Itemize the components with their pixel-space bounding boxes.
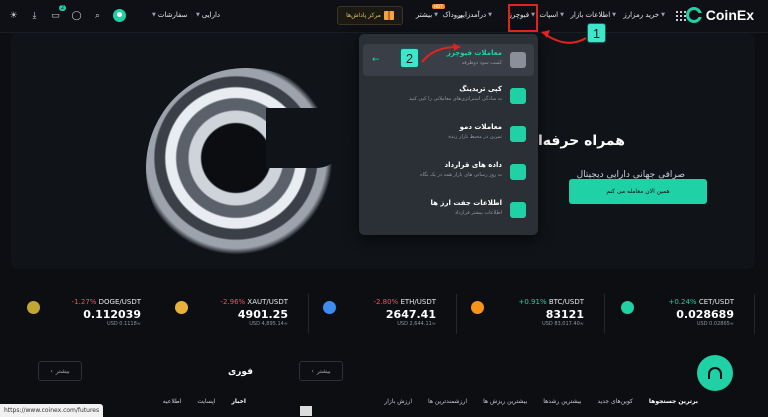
chevron-down-icon: ▼ [488, 12, 492, 18]
price-ticker: +0.24% CET/USDT 0.028689 USD 0.02865≈ +0… [11, 294, 755, 334]
coinex-3d-logo-art [146, 68, 346, 268]
btc-coin-icon [471, 301, 484, 314]
notification-badge: 2 [58, 5, 66, 11]
menu-market-info[interactable]: اطلاعات بازار ▼ [571, 11, 616, 19]
chevron-down-icon: ▼ [434, 12, 438, 18]
cet-coin-icon [621, 301, 634, 314]
avatar[interactable] [113, 9, 126, 22]
dropdown-item-pair-info[interactable]: اطلاعات جفت ارز ها اطلاعات بیشتر قرارداد [363, 194, 534, 226]
dropdown-item-copy-trading[interactable]: کپی تریدینگ به سادگی استراتژی‌های معاملا… [363, 80, 534, 112]
headset-icon [708, 367, 722, 379]
tab-news[interactable]: اخبار [231, 398, 246, 405]
menu-buy-crypto[interactable]: خرید رمزارز ▼ [623, 11, 665, 19]
search-icon[interactable]: ⌕ [92, 10, 103, 21]
tab-announcements[interactable]: اطلاعیه [163, 398, 182, 405]
doge-coin-icon [27, 301, 40, 314]
status-bar-url: https://www.coinex.com/futures [0, 404, 104, 417]
scroll-thumb[interactable] [300, 406, 312, 416]
menu-spot[interactable]: اسپات ▼ [539, 11, 564, 19]
header-tools: ☀ ⤓ ▭ 2 ◯ ⌕ [8, 5, 126, 22]
market-tabs: برترین جستجوها کوین‌های جدید بیشترین رشد… [384, 398, 698, 405]
layers-icon [510, 202, 526, 218]
tab-top-gainers[interactable]: بیشترین رشدها [543, 398, 581, 405]
demo-chart-icon [510, 126, 526, 142]
theme-toggle-icon[interactable]: ☀ [8, 10, 19, 21]
menu-more[interactable]: بیشتر ▼ [416, 11, 438, 19]
tab-top-losers[interactable]: بیشترین ریزش ها [483, 398, 527, 405]
annotation-step-2: 2 [400, 48, 419, 68]
menu-product[interactable]: پروداک [442, 11, 463, 19]
apps-grid-icon[interactable] [676, 11, 686, 21]
ticker-item-xaut[interactable]: -2.96% XAUT/USDT 4901.25 USD 4,895.14≈ [169, 294, 309, 334]
bar-chart-icon [510, 164, 526, 180]
news-section-title: فوری [228, 367, 253, 377]
hot-badge: HOT [432, 4, 445, 9]
menu-orders[interactable]: ▼ سفارشات [152, 11, 187, 19]
menu-assets[interactable]: ▼ دارایی [196, 11, 220, 19]
support-chat-button[interactable] [697, 355, 733, 391]
ticker-item-cet[interactable]: +0.24% CET/USDT 0.028689 USD 0.02865≈ [615, 294, 755, 334]
market-more-button[interactable]: ‹ بیشتر [299, 361, 343, 381]
notification-icon[interactable]: ▭ 2 [50, 5, 66, 21]
chevron-down-icon: ▼ [196, 12, 200, 18]
news-more-button[interactable]: ‹ بیشتر [38, 361, 82, 381]
ticker-item-eth[interactable]: -2.80% ETH/USDT 2647.41 USD 2,644.11≈ [317, 294, 457, 334]
tab-most-valuable[interactable]: ارزشمندترین ها [428, 398, 467, 405]
tab-top-searches[interactable]: برترین جستجوها [649, 398, 698, 405]
trade-now-button[interactable]: همین الان معامله می کنم [569, 179, 707, 204]
coinex-logo[interactable]: CoinEx [685, 7, 754, 23]
chevron-left-icon: ‹ [50, 367, 53, 375]
ticker-item-btc[interactable]: +0.91% BTC/USDT 83121 USD 83,017.40≈ [465, 294, 605, 334]
chevron-down-icon: ▼ [152, 12, 156, 18]
user-icon[interactable]: ◯ [71, 10, 82, 21]
logo-text: CoinEx [705, 7, 754, 23]
eth-coin-icon [323, 301, 336, 314]
coinex-logo-icon [685, 7, 702, 23]
tab-market-cap[interactable]: ارزش بازار [384, 398, 412, 405]
chevron-down-icon: ▼ [661, 12, 665, 18]
news-tabs: اخبار اپسایت اطلاعیه [163, 398, 246, 405]
copy-trading-icon [510, 88, 526, 104]
rewards-center-button[interactable]: مرکز پاداش‌ها [337, 6, 403, 25]
xaut-coin-icon [175, 301, 188, 314]
download-icon[interactable]: ⤓ [29, 10, 40, 21]
dropdown-item-demo-trading[interactable]: معاملات دمو تمرین در محیط بازار زنده [363, 118, 534, 150]
chevron-down-icon: ▼ [560, 12, 564, 18]
tab-insight[interactable]: اپسایت [197, 398, 215, 405]
top-nav: CoinEx خرید رمزارز ▼ اطلاعات بازار ▼ اسپات… [0, 0, 768, 33]
chevron-left-icon: ‹ [311, 367, 314, 375]
chevron-down-icon: ▼ [612, 12, 616, 18]
gift-icon [383, 11, 394, 20]
annotation-arrows [421, 30, 587, 63]
arrow-left-icon: ← [372, 55, 380, 65]
tab-new-coins[interactable]: کوین‌های جدید [597, 398, 632, 405]
ticker-item-doge[interactable]: -1.27% DOGE/USDT 0.112039 USD 0.1118≈ [21, 294, 161, 334]
dropdown-item-contract-data[interactable]: داده های قرارداد به روز رسانی های بازار … [363, 156, 534, 188]
